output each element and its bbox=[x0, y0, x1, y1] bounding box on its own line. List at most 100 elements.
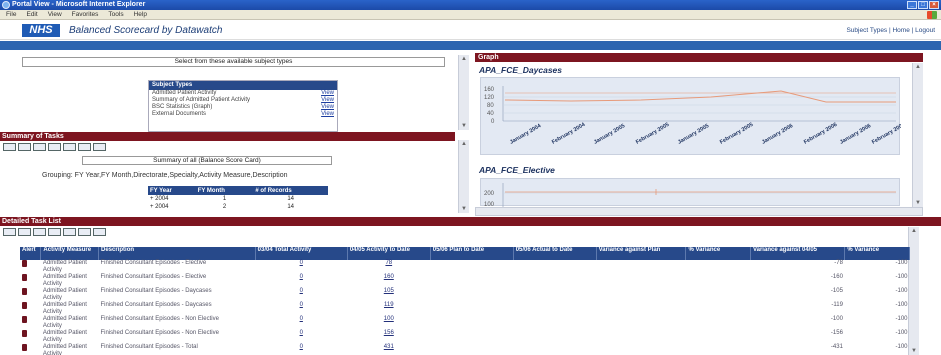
x-tick-label: February 2005 bbox=[635, 122, 670, 146]
window-title: Portal View - Microsoft Internet Explore… bbox=[12, 1, 146, 8]
subject-types-title: Subject Types bbox=[149, 81, 337, 90]
print-button[interactable] bbox=[93, 143, 106, 151]
subject-panel: Select from these available subject type… bbox=[0, 53, 470, 213]
activity-measure-cell: Admitted Patient Activity bbox=[42, 274, 87, 287]
actual-cell bbox=[513, 288, 596, 302]
graph-hscrollbar[interactable] bbox=[475, 207, 923, 216]
alert-icon bbox=[22, 316, 27, 323]
table-row[interactable]: Admitted Patient Activity Finished Consul… bbox=[20, 344, 910, 355]
description-cell: Finished Consultant Episodes - Daycases bbox=[100, 302, 212, 308]
total-activity-cell[interactable]: 0 bbox=[255, 260, 347, 274]
graph-title: Graph bbox=[475, 53, 923, 62]
table-row[interactable]: Admitted Patient Activity Finished Consul… bbox=[20, 274, 910, 288]
menu-view[interactable]: View bbox=[48, 10, 62, 19]
activity-to-date-cell[interactable]: 156 bbox=[347, 330, 430, 344]
x-tick-label: January 2006 bbox=[761, 123, 794, 146]
table-row[interactable]: Admitted Patient Activity Finished Consul… bbox=[20, 316, 910, 330]
total-activity-cell[interactable]: 0 bbox=[255, 330, 347, 344]
pct-variance-2-cell: -100 bbox=[895, 330, 908, 336]
subject-scrollbar[interactable]: ▲ ▼ bbox=[458, 55, 469, 130]
variance-0405-cell: -78 bbox=[834, 260, 843, 266]
y-tick-label: 160 bbox=[484, 87, 495, 93]
pct-variance-2-cell: -100 bbox=[895, 344, 908, 350]
activity-to-date-cell[interactable]: 105 bbox=[347, 288, 430, 302]
menu-tools[interactable]: Tools bbox=[108, 10, 123, 19]
menu-edit[interactable]: Edit bbox=[26, 10, 37, 19]
activity-to-date-cell[interactable]: 431 bbox=[347, 344, 430, 355]
export-button[interactable] bbox=[63, 143, 76, 151]
col-pct-variance: % Variance bbox=[685, 247, 751, 260]
actual-cell bbox=[513, 316, 596, 330]
export-button[interactable] bbox=[63, 228, 76, 236]
table-row[interactable]: Admitted Patient Activity Finished Consul… bbox=[20, 288, 910, 302]
activity-to-date-cell[interactable]: 100 bbox=[347, 316, 430, 330]
activity-to-date-cell[interactable]: 160 bbox=[347, 274, 430, 288]
total-activity-cell[interactable]: 0 bbox=[255, 316, 347, 330]
variance-0405-cell: -100 bbox=[830, 316, 843, 322]
close-button[interactable]: × bbox=[929, 1, 939, 9]
detail-toolbar bbox=[0, 226, 941, 238]
menu-favorites[interactable]: Favorites bbox=[72, 10, 99, 19]
activity-to-date-cell[interactable]: 78 bbox=[347, 260, 430, 274]
total-activity-cell[interactable]: 0 bbox=[255, 288, 347, 302]
filter-button[interactable] bbox=[48, 228, 61, 236]
maximize-button[interactable]: □ bbox=[918, 1, 928, 9]
copy-button[interactable] bbox=[78, 228, 91, 236]
table-row[interactable]: Admitted Patient Activity Finished Consul… bbox=[20, 302, 910, 316]
activity-to-date-cell[interactable]: 119 bbox=[347, 302, 430, 316]
grid-view-button[interactable] bbox=[3, 143, 16, 151]
total-activity-cell[interactable]: 0 bbox=[255, 274, 347, 288]
tasks-section: Summary of Tasks bbox=[0, 132, 455, 153]
pct-variance-cell bbox=[686, 330, 751, 344]
pct-variance-2-cell: -100 bbox=[895, 260, 908, 266]
table-row[interactable]: + 2004 1 14 bbox=[148, 195, 328, 203]
alert-icon bbox=[22, 260, 27, 267]
tasks-toolbar bbox=[0, 141, 455, 153]
menu-help[interactable]: Help bbox=[134, 10, 147, 19]
windows-logo-icon bbox=[927, 11, 937, 19]
activity-measure-cell: Admitted Patient Activity bbox=[42, 288, 87, 301]
menu-file[interactable]: File bbox=[6, 10, 16, 19]
filter-button[interactable] bbox=[48, 143, 61, 151]
print-button[interactable] bbox=[93, 228, 106, 236]
copy-button[interactable] bbox=[78, 143, 91, 151]
total-activity-cell[interactable]: 0 bbox=[255, 302, 347, 316]
total-activity-cell[interactable]: 0 bbox=[255, 344, 347, 355]
view-link[interactable]: View bbox=[321, 97, 334, 104]
chart-button[interactable] bbox=[33, 228, 46, 236]
description-cell: Finished Consultant Episodes - Non Elect… bbox=[100, 316, 219, 322]
list-item: BSC Statistics (Graph) View bbox=[152, 104, 334, 111]
nhs-logo: NHS bbox=[22, 24, 60, 37]
view-link[interactable]: View bbox=[321, 104, 334, 111]
graph-scrollbar[interactable]: ▲ ▼ bbox=[912, 63, 923, 207]
subject-types-list: Subject Types Admitted Patient Activity … bbox=[148, 80, 338, 132]
grid-view-button[interactable] bbox=[3, 228, 16, 236]
sort-button[interactable] bbox=[18, 228, 31, 236]
y-tick-label: 120 bbox=[484, 95, 495, 101]
variance-0405-cell: -105 bbox=[830, 288, 843, 294]
plan-cell bbox=[430, 344, 513, 355]
minimize-button[interactable]: _ bbox=[907, 1, 917, 9]
col-fy-month: FY Month bbox=[195, 186, 254, 195]
view-link[interactable]: View bbox=[321, 111, 334, 118]
daycases-series-line bbox=[504, 90, 896, 103]
top-nav-links[interactable]: Subject Types | Home | Logout bbox=[846, 27, 935, 34]
table-row[interactable]: + 2004 2 14 bbox=[148, 203, 328, 211]
tasks-scrollbar[interactable]: ▲ ▼ bbox=[458, 140, 469, 213]
col-activity-to-date: 04/05 Activity to Date bbox=[347, 247, 431, 260]
variance-0405-cell: -156 bbox=[830, 330, 843, 336]
y-tick-label: 200 bbox=[484, 191, 495, 197]
table-row[interactable]: Admitted Patient Activity Finished Consul… bbox=[20, 260, 910, 274]
alert-icon bbox=[22, 330, 27, 337]
view-link[interactable]: View bbox=[321, 90, 334, 97]
alert-icon bbox=[22, 288, 27, 295]
variance-plan-cell bbox=[596, 260, 686, 274]
pct-variance-2-cell: -100 bbox=[895, 274, 908, 280]
table-row[interactable]: Admitted Patient Activity Finished Consul… bbox=[20, 330, 910, 344]
pct-variance-cell bbox=[686, 302, 751, 316]
chart-button[interactable] bbox=[33, 143, 46, 151]
plan-cell bbox=[430, 288, 513, 302]
alert-icon bbox=[22, 302, 27, 309]
x-tick-label: February 2004 bbox=[551, 121, 587, 145]
select-button[interactable] bbox=[18, 143, 31, 151]
